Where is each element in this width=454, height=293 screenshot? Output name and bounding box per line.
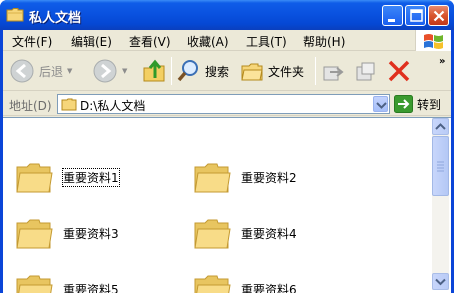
search-label: 搜索 (205, 64, 230, 79)
file-name: 重要资料1 (62, 167, 120, 187)
toolbar-separator (315, 57, 316, 85)
window-frame: 文件(F) 编辑(E) 查看(V) 收藏(A) 工具(T) 帮助(H) 后退 ▼… (3, 30, 451, 293)
folder-icon (16, 275, 53, 293)
grip-icon (437, 161, 444, 172)
folders-button[interactable]: 文件夹 (240, 56, 304, 86)
menu-bar: 文件(F) 编辑(E) 查看(V) 收藏(A) 工具(T) 帮助(H) (3, 30, 451, 51)
file-name: 重要资料6 (241, 282, 297, 293)
file-name: 重要资料2 (241, 170, 297, 185)
windows-logo (415, 30, 451, 51)
scroll-down-button[interactable] (432, 273, 449, 290)
go-label: 转到 (417, 97, 442, 112)
address-bar: 地址(D) D:\私人文档 转到 (3, 92, 451, 116)
windows-flag-icon (424, 34, 443, 49)
folder-icon (16, 163, 53, 193)
maximize-icon (410, 9, 423, 22)
scroll-thumb[interactable] (432, 136, 449, 196)
copy-to-icon (356, 62, 375, 81)
window-title: 私人文档 (29, 11, 82, 26)
minimize-icon (388, 19, 395, 22)
search-icon (177, 60, 198, 82)
menu-edit[interactable]: 编辑(E) (71, 33, 112, 50)
menu-view[interactable]: 查看(V) (129, 33, 171, 50)
chevron-down-icon (435, 278, 446, 286)
toolbar: 后退 ▼ ▼ 搜索 文件夹 » (3, 52, 451, 91)
forward-dropdown-icon[interactable]: ▼ (122, 67, 127, 75)
maximize-button[interactable] (405, 5, 426, 26)
file-item[interactable]: 重要资料5 (15, 271, 119, 293)
file-name: 重要资料3 (63, 226, 119, 241)
folder-icon (194, 163, 231, 193)
file-item[interactable]: 重要资料2 (193, 159, 297, 195)
vertical-scrollbar[interactable] (432, 118, 449, 290)
copy-to-button[interactable] (354, 56, 378, 86)
folder-icon (194, 219, 231, 249)
scroll-up-button[interactable] (432, 118, 449, 135)
move-to-icon (323, 66, 344, 81)
folder-icon (194, 275, 231, 293)
delete-x-icon (388, 60, 410, 82)
menu-favorites[interactable]: 收藏(A) (187, 33, 229, 50)
back-button[interactable]: 后退 ▼ (9, 56, 72, 86)
up-folder-icon (143, 59, 165, 82)
forward-button[interactable]: ▼ (92, 56, 127, 86)
address-label: 地址(D) (9, 99, 52, 113)
address-input[interactable]: D:\私人文档 (57, 94, 390, 114)
address-dropdown-button[interactable] (373, 96, 388, 112)
address-value: D:\私人文档 (80, 99, 146, 113)
file-item[interactable]: 重要资料1 (15, 159, 120, 195)
forward-arrow-icon (93, 59, 117, 83)
explorer-window: 私人文档 文件(F) 编辑(E) 查看(V) 收藏(A) 工具(T) 帮助(H) (0, 0, 454, 293)
go-arrow-icon (394, 95, 413, 113)
folder-icon (16, 219, 53, 249)
folder-icon (6, 8, 24, 22)
file-item[interactable]: 重要资料4 (193, 215, 297, 251)
back-arrow-icon (10, 59, 34, 83)
file-name: 重要资料4 (241, 226, 297, 241)
chevron-down-icon (376, 102, 387, 109)
toolbar-separator (171, 57, 172, 85)
file-item[interactable]: 重要资料6 (193, 271, 297, 293)
file-list-view: 重要资料1 重要资料2 重要资料3 重要资料4 重要资料5 重要资料6 (3, 117, 451, 293)
folder-icon (241, 63, 263, 81)
up-folder-button[interactable] (142, 56, 166, 86)
back-label: 后退 (39, 64, 64, 79)
chevron-up-icon (435, 123, 446, 130)
back-dropdown-icon[interactable]: ▼ (67, 67, 72, 75)
folders-label: 文件夹 (268, 64, 305, 79)
title-bar[interactable]: 私人文档 (0, 0, 454, 30)
menu-help[interactable]: 帮助(H) (303, 33, 345, 50)
menu-tools[interactable]: 工具(T) (246, 33, 287, 50)
file-item[interactable]: 重要资料3 (15, 215, 119, 251)
file-name: 重要资料5 (63, 282, 119, 293)
move-to-button[interactable] (321, 56, 345, 86)
delete-button[interactable] (387, 56, 411, 86)
minimize-button[interactable] (382, 5, 403, 26)
close-icon (433, 10, 445, 22)
go-button[interactable]: 转到 (394, 94, 448, 114)
toolbar-overflow-icon[interactable]: » (439, 56, 445, 67)
menu-file[interactable]: 文件(F) (12, 33, 52, 50)
close-button[interactable] (428, 5, 449, 26)
folder-icon (61, 98, 77, 111)
search-button[interactable]: 搜索 (177, 56, 229, 86)
